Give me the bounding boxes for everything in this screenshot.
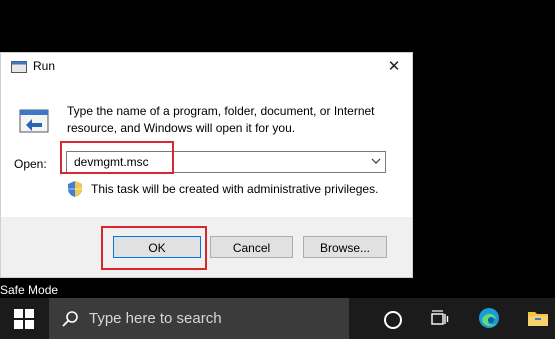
search-icon [62, 311, 78, 327]
ok-button-highlight [101, 226, 207, 270]
description-text: Type the name of a program, folder, docu… [67, 104, 375, 135]
taskbar: Type here to search [0, 298, 555, 339]
admin-note: This task will be created with administr… [91, 182, 379, 196]
open-field-highlight [60, 141, 174, 174]
task-view-icon[interactable] [431, 310, 449, 328]
close-icon[interactable]: ✕ [383, 56, 405, 78]
search-placeholder: Type here to search [89, 310, 222, 327]
browse-button[interactable]: Browse... [303, 236, 387, 258]
dialog-title: Run [33, 59, 56, 73]
edge-icon[interactable] [478, 307, 500, 329]
file-explorer-icon[interactable] [527, 309, 549, 327]
taskbar-search-box[interactable]: Type here to search [49, 298, 349, 339]
run-icon [11, 61, 27, 73]
title-bar[interactable]: Run ✕ [1, 53, 412, 81]
run-logo-icon [19, 109, 49, 133]
shield-icon [68, 181, 82, 197]
open-label: Open: [14, 157, 47, 171]
chevron-down-icon[interactable] [371, 156, 381, 166]
windows-start-icon[interactable] [14, 309, 34, 329]
cancel-button[interactable]: Cancel [210, 236, 293, 258]
cortana-icon[interactable] [384, 311, 402, 329]
safe-mode-label: Safe Mode [0, 283, 59, 297]
